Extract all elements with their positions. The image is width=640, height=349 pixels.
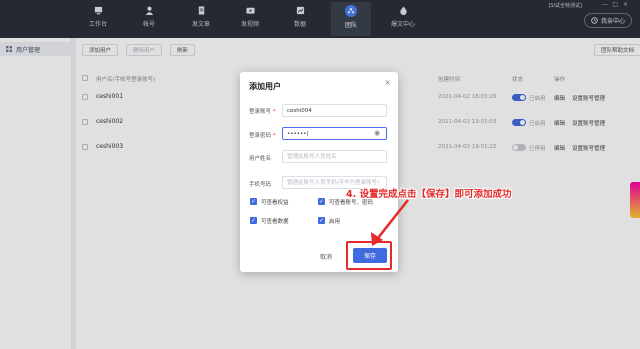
highlight-box (346, 241, 392, 270)
dialog-title: 添加用户 (249, 82, 281, 91)
perm-label: 启用 (329, 219, 341, 225)
instruction-annotation: 4. 设置完成点击【保存】即可添加成功 (346, 189, 512, 200)
password-label: 登录密码 * (249, 133, 276, 139)
account-input[interactable] (282, 104, 387, 117)
perm-label: 可查看权益 (261, 200, 289, 206)
phone-label: 手机号码 (249, 182, 272, 188)
account-label: 登录账号 * (249, 109, 276, 115)
password-input[interactable] (282, 127, 387, 140)
perm-checkbox-view-account[interactable]: ✓ (318, 198, 325, 205)
eye-icon[interactable]: ◉ (374, 129, 382, 137)
name-label: 用户姓名 (249, 156, 272, 162)
perm-checkbox-view-data[interactable]: ✓ (250, 217, 257, 224)
perm-checkbox-enable[interactable]: ✓ (318, 217, 325, 224)
perm-checkbox-view-rights[interactable]: ✓ (250, 198, 257, 205)
cancel-button[interactable]: 取消 (306, 249, 346, 263)
close-icon[interactable]: × (384, 78, 391, 87)
perm-label: 可查看数据 (261, 219, 289, 225)
name-input[interactable] (282, 150, 387, 163)
